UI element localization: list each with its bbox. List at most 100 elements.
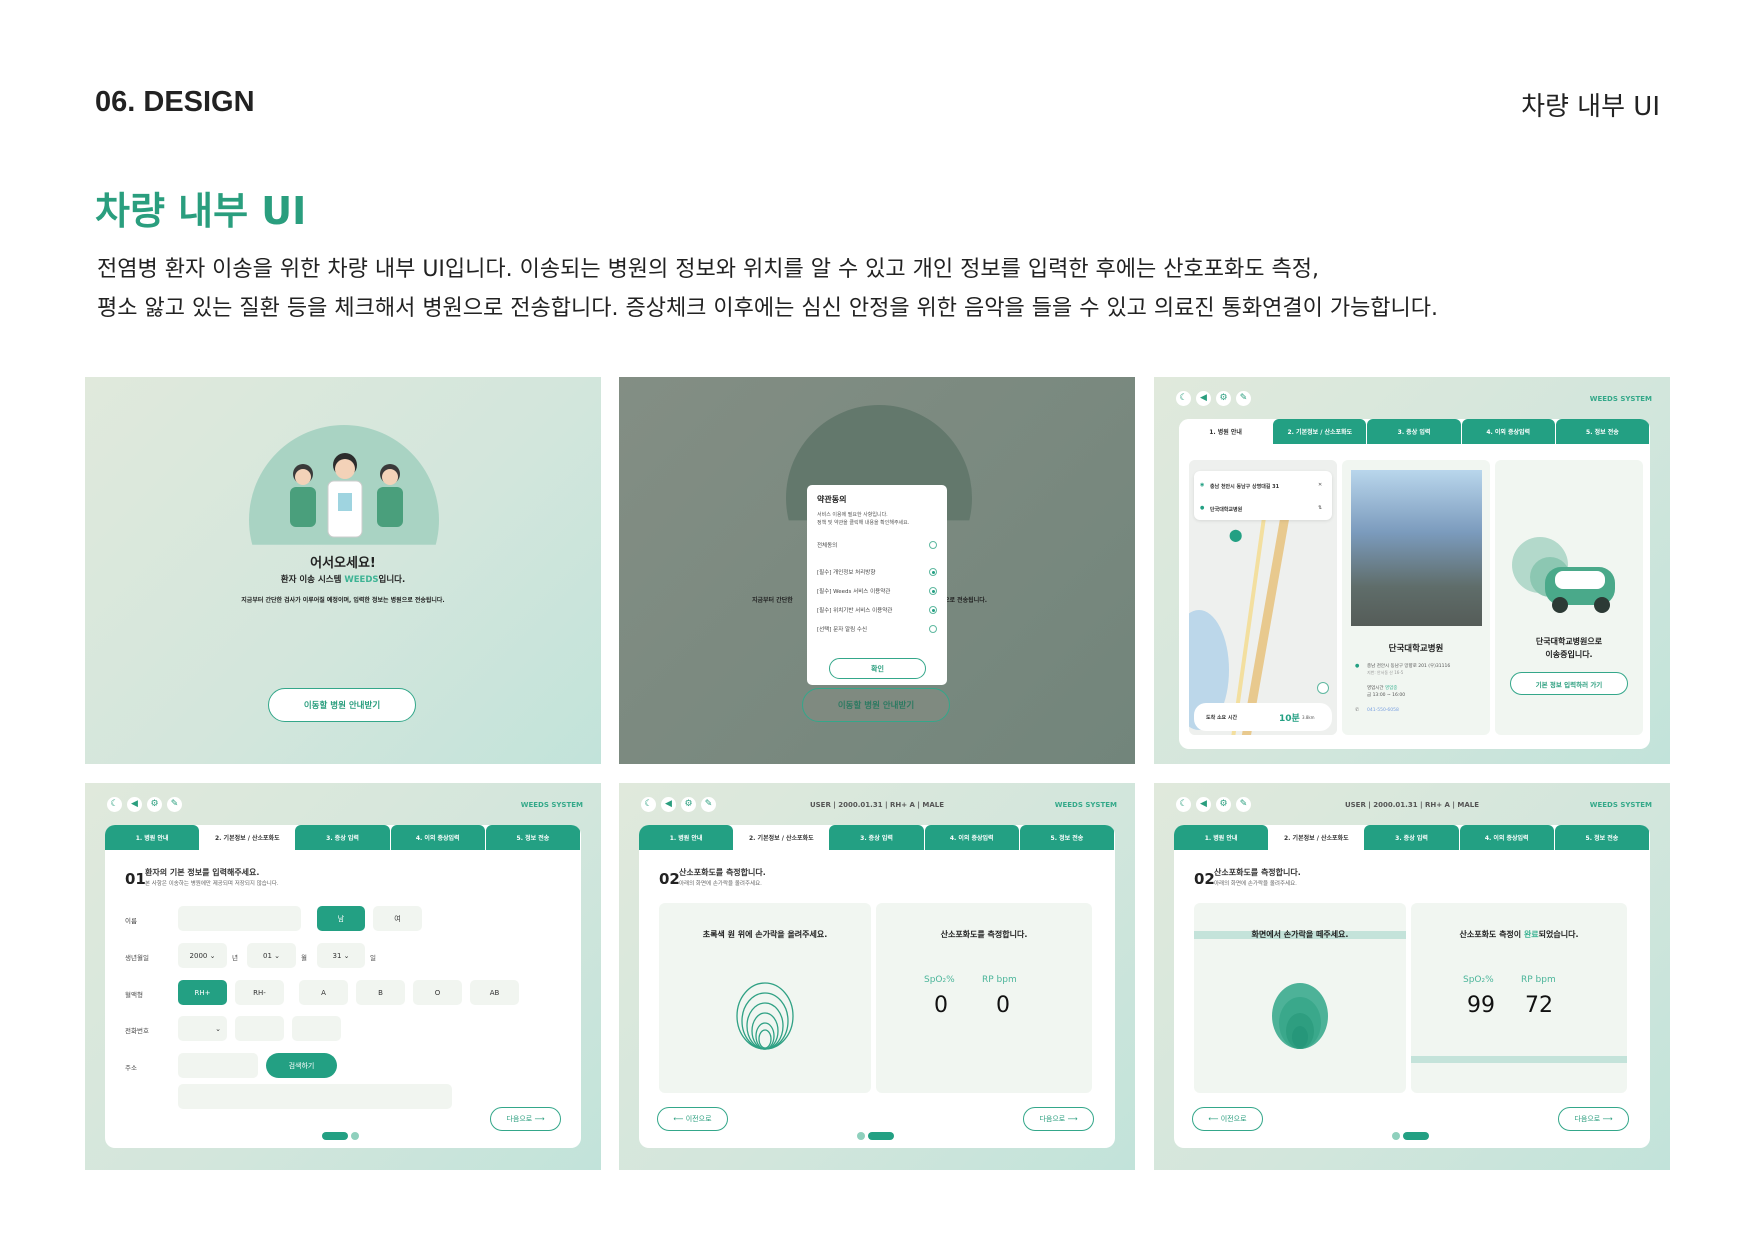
tab-step-3[interactable]: 3. 증상 입력 bbox=[829, 825, 924, 850]
postcode-input[interactable] bbox=[178, 1053, 258, 1078]
map-panel: 충남 천안시 동남구 상명대길 31 ◉ ✕ 단국대학교병원 ● ⇅ ⬤ 도착 … bbox=[1189, 460, 1337, 735]
terms-item-radio[interactable] bbox=[929, 625, 937, 633]
page-dot[interactable] bbox=[351, 1132, 359, 1140]
address-search-button[interactable]: 검색하기 bbox=[266, 1053, 337, 1078]
tab-step-2[interactable]: 2. 기본정보 / 산소포화도 bbox=[1269, 825, 1364, 850]
agree-all-row[interactable]: 전체동의 bbox=[817, 541, 937, 549]
finger-prompt: 초록색 원 위에 손가락을 올려주세요. bbox=[702, 930, 828, 939]
map-pin-icon: ⬤ bbox=[1229, 528, 1243, 542]
moon-icon[interactable]: ☾ bbox=[1176, 391, 1191, 406]
terms-item-radio[interactable] bbox=[929, 568, 937, 576]
tab-step-5[interactable]: 5. 정보 전송 bbox=[1554, 825, 1650, 850]
route-box: 충남 천안시 동남구 상명대길 31 ◉ ✕ 단국대학교병원 ● ⇅ bbox=[1194, 471, 1332, 520]
tab-step-5[interactable]: 5. 정보 전송 bbox=[1019, 825, 1115, 850]
tab-step-2[interactable]: 2. 기본정보 / 산소포화도 bbox=[734, 825, 829, 850]
step-heading: 산소포화도를 측정합니다. bbox=[1214, 868, 1301, 877]
next-button[interactable]: 다음으로 ⟶ bbox=[1558, 1107, 1629, 1131]
finger-prompt: 화면에서 손가락을 떼주세요. bbox=[1251, 930, 1349, 939]
page-dot-active[interactable] bbox=[1403, 1132, 1429, 1140]
blood-type-b[interactable]: B bbox=[356, 980, 405, 1005]
birth-label: 생년월일 bbox=[125, 954, 149, 962]
swap-icon[interactable]: ⇅ bbox=[1318, 505, 1322, 511]
terms-item[interactable]: [필수] Weeds 서비스 이용약관 bbox=[817, 587, 937, 595]
spo2-value: 0 bbox=[934, 993, 948, 1018]
terms-item[interactable]: [필수] 위치기반 서비스 이용약관 bbox=[817, 606, 937, 614]
speaker-icon[interactable]: ◀ bbox=[127, 797, 142, 812]
locate-icon[interactable] bbox=[1317, 682, 1329, 694]
next-button[interactable]: 다음으로 ⟶ bbox=[490, 1107, 561, 1131]
step-tabs: 1. 병원 안내 2. 기본정보 / 산소포화도 3. 증상 입력 4. 이외 증상입… bbox=[1179, 419, 1650, 444]
address-detail-input[interactable] bbox=[178, 1084, 452, 1109]
route-origin[interactable]: 충남 천안시 동남구 상명대길 31 bbox=[1210, 483, 1279, 490]
gender-female-button[interactable]: 여 bbox=[373, 906, 422, 931]
day-select[interactable]: 31 ⌄ bbox=[317, 943, 365, 968]
gear-icon[interactable]: ⚙ bbox=[147, 797, 162, 812]
tab-step-4[interactable]: 4. 이외 증상입력 bbox=[1459, 825, 1554, 850]
page-dot-active[interactable] bbox=[322, 1132, 348, 1140]
phone-middle-input[interactable] bbox=[235, 1016, 284, 1041]
go-basic-info-button[interactable]: 기본 정보 입력하러 가기 bbox=[1510, 672, 1628, 695]
terms-item[interactable]: [필수] 개인정보 처리방향 bbox=[817, 568, 937, 576]
month-select[interactable]: 01 ⌄ bbox=[247, 943, 296, 968]
blood-type-rh-neg[interactable]: RH- bbox=[235, 980, 284, 1005]
terms-item-label[interactable]: [필수] Weeds 서비스 이용약관 bbox=[817, 587, 890, 595]
next-button[interactable]: 다음으로 ⟶ bbox=[1023, 1107, 1094, 1131]
phone-label: 전화번호 bbox=[125, 1027, 149, 1035]
page-dot-active[interactable] bbox=[868, 1132, 894, 1140]
moon-icon[interactable]: ☾ bbox=[107, 797, 122, 812]
prev-button[interactable]: ⟵ 이전으로 bbox=[1192, 1107, 1263, 1131]
location-icon: ● bbox=[1355, 663, 1360, 669]
hospital-guide-button[interactable]: 이동할 병원 안내받기 bbox=[268, 688, 416, 722]
terms-item-radio[interactable] bbox=[929, 606, 937, 614]
welcome-greeting: 어서오세요! bbox=[310, 556, 376, 571]
tab-step-5[interactable]: 5. 정보 전송 bbox=[1555, 419, 1650, 444]
confirm-button[interactable]: 확인 bbox=[829, 658, 926, 679]
tab-step-2[interactable]: 2. 기본정보 / 산소포화도 bbox=[200, 825, 295, 850]
route-destination[interactable]: 단국대학교병원 bbox=[1210, 506, 1242, 513]
phone-last-input[interactable] bbox=[292, 1016, 341, 1041]
tab-step-4[interactable]: 4. 이외 증상입력 bbox=[924, 825, 1019, 850]
tab-step-1[interactable]: 1. 병원 안내 bbox=[1179, 419, 1273, 444]
prev-button[interactable]: ⟵ 이전으로 bbox=[657, 1107, 728, 1131]
eta-value: 10분 bbox=[1279, 714, 1300, 724]
gender-male-button[interactable]: 남 bbox=[317, 906, 365, 931]
spo2-label: SpO₂% bbox=[1463, 975, 1494, 985]
name-input[interactable] bbox=[178, 906, 301, 931]
phone-prefix-select[interactable]: ⌄ bbox=[178, 1016, 227, 1041]
close-icon[interactable]: ✕ bbox=[1318, 482, 1322, 488]
modal-desc: 서비스 이용에 필요한 사항입니다. bbox=[817, 512, 888, 518]
tab-step-2[interactable]: 2. 기본정보 / 산소포화도 bbox=[1273, 419, 1367, 444]
agree-all-radio[interactable] bbox=[929, 541, 937, 549]
year-select[interactable]: 2000 ⌄ bbox=[178, 943, 227, 968]
terms-item[interactable]: [선택] 문자 알림 수신 bbox=[817, 625, 937, 633]
terms-item-label[interactable]: [필수] 개인정보 처리방향 bbox=[817, 568, 875, 576]
page-dot[interactable] bbox=[857, 1132, 865, 1140]
page-dot[interactable] bbox=[1392, 1132, 1400, 1140]
tab-step-3[interactable]: 3. 증상 입력 bbox=[295, 825, 390, 850]
gear-icon[interactable]: ⚙ bbox=[1216, 391, 1231, 406]
tab-step-1[interactable]: 1. 병원 안내 bbox=[105, 825, 200, 850]
terms-item-label[interactable]: [선택] 문자 알림 수신 bbox=[817, 625, 867, 633]
tab-step-5[interactable]: 5. 정보 전송 bbox=[485, 825, 581, 850]
tab-step-1[interactable]: 1. 병원 안내 bbox=[639, 825, 734, 850]
tab-step-3[interactable]: 3. 증상 입력 bbox=[1367, 419, 1461, 444]
speaker-icon[interactable]: ◀ bbox=[1196, 391, 1211, 406]
wrench-icon[interactable]: ✎ bbox=[1236, 391, 1251, 406]
hospital-phone[interactable]: 041-550-6058 bbox=[1367, 708, 1399, 713]
blood-type-rh-negpos[interactable]: RH+ bbox=[178, 980, 227, 1005]
measurement-panel: 산소포화도를 측정합니다. SpO₂% RP bpm 0 0 bbox=[876, 903, 1092, 1093]
tab-step-4[interactable]: 4. 이외 증상입력 bbox=[1461, 419, 1555, 444]
section-label: 06. DESIGN bbox=[95, 86, 255, 118]
blood-type-o[interactable]: O bbox=[413, 980, 462, 1005]
fingerprint-filled-icon[interactable] bbox=[1270, 981, 1330, 1051]
tab-step-1[interactable]: 1. 병원 안내 bbox=[1174, 825, 1269, 850]
tab-step-4[interactable]: 4. 이외 증상입력 bbox=[390, 825, 485, 850]
step-number: 01 bbox=[125, 870, 146, 888]
wrench-icon[interactable]: ✎ bbox=[167, 797, 182, 812]
terms-item-radio[interactable] bbox=[929, 587, 937, 595]
terms-item-label[interactable]: [필수] 위치기반 서비스 이용약관 bbox=[817, 606, 892, 614]
fingerprint-target-icon[interactable] bbox=[735, 981, 795, 1051]
blood-type-a[interactable]: A bbox=[299, 980, 348, 1005]
tab-step-3[interactable]: 3. 증상 입력 bbox=[1364, 825, 1459, 850]
blood-type-ab[interactable]: AB bbox=[470, 980, 519, 1005]
